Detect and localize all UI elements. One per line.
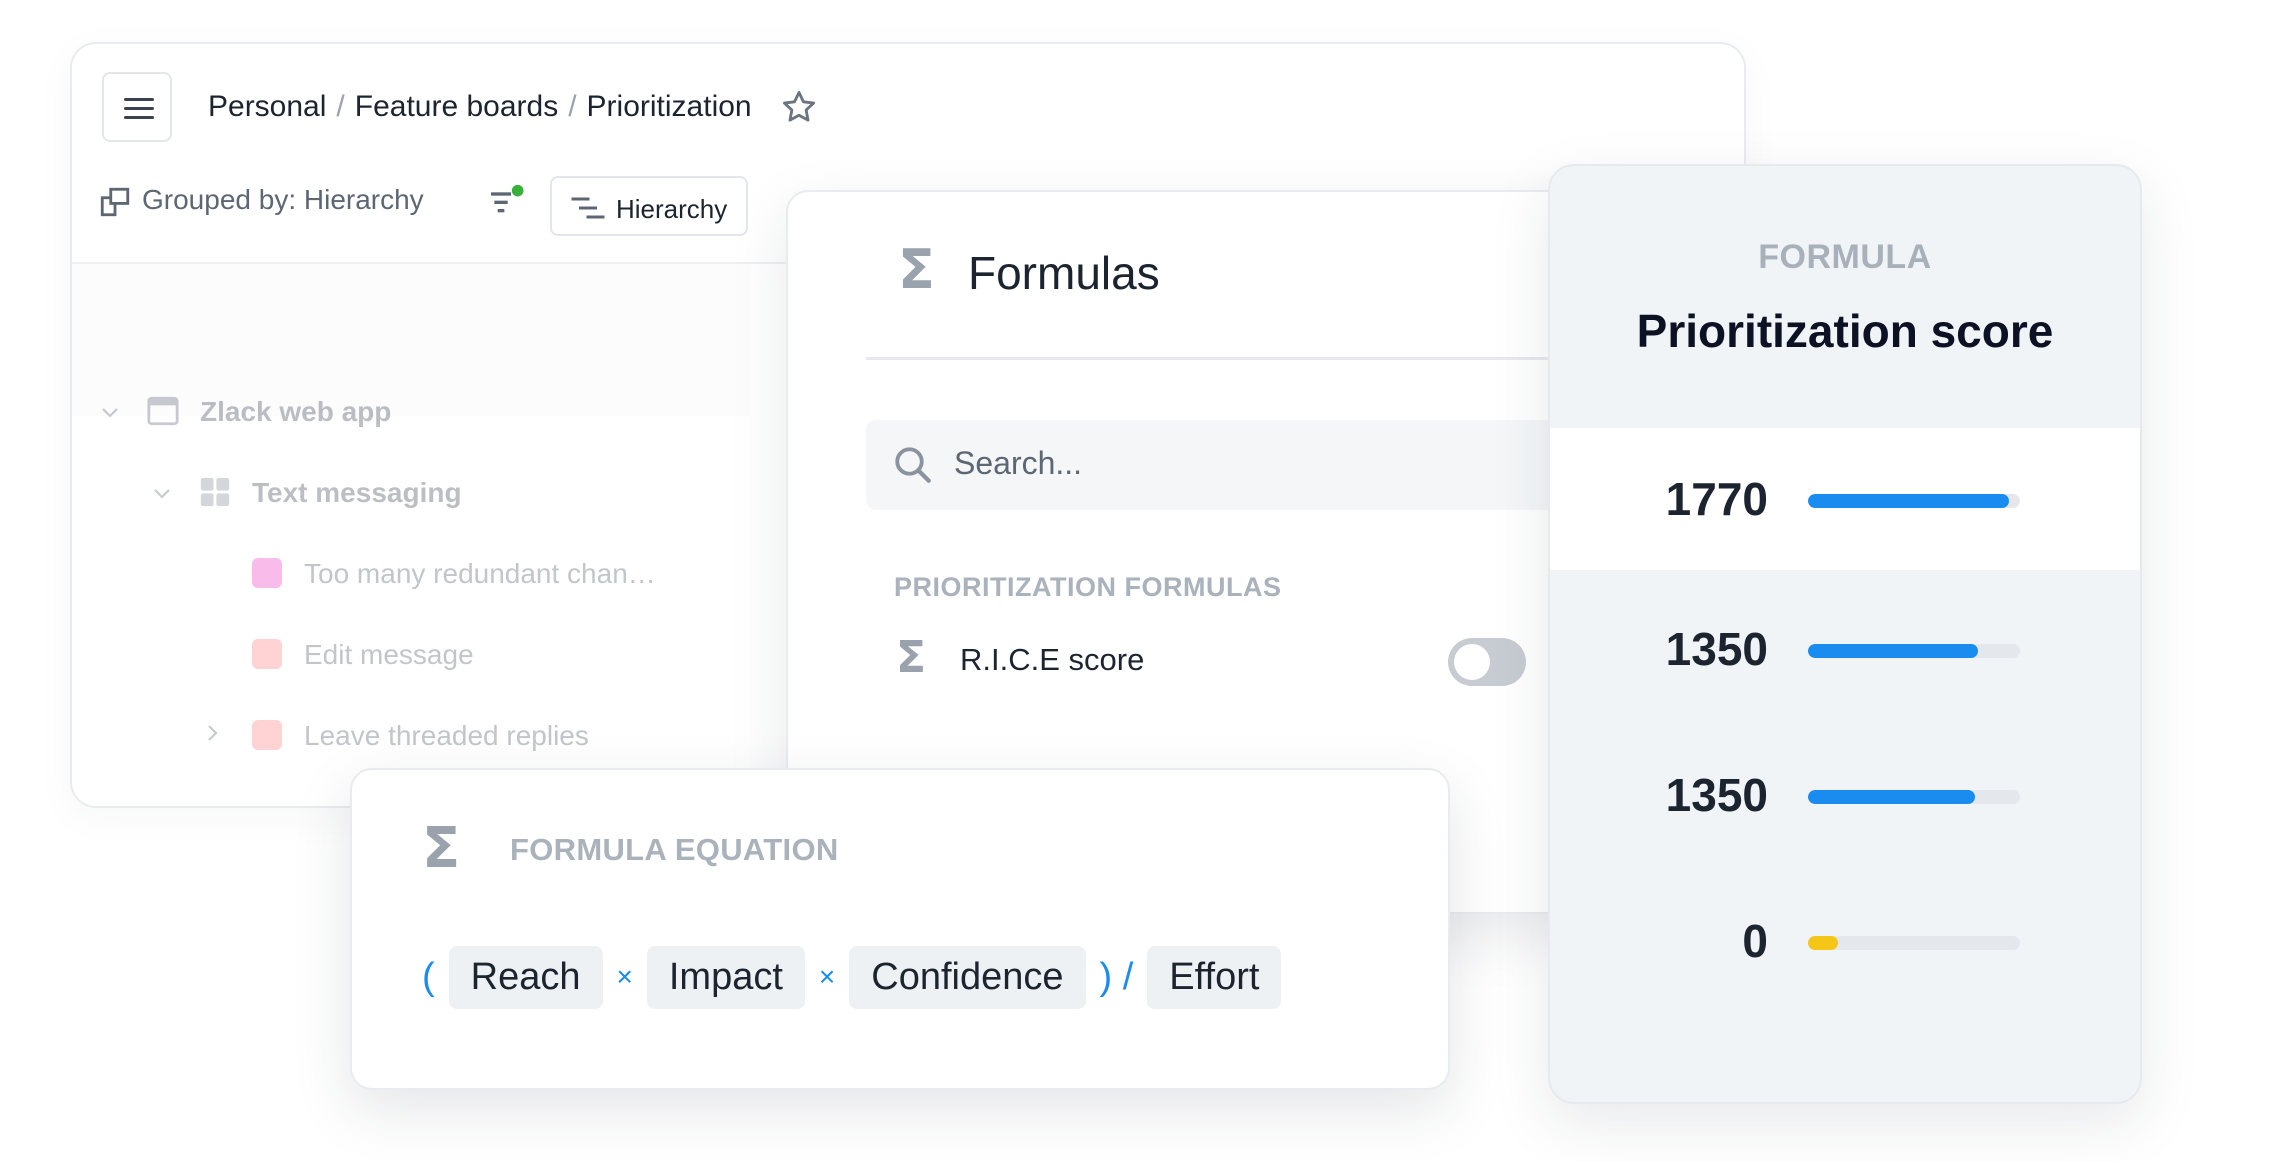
- breadcrumb-item-personal[interactable]: Personal: [208, 90, 326, 123]
- breadcrumb-item-feature-boards[interactable]: Feature boards: [355, 90, 558, 123]
- app-icon: [147, 396, 179, 426]
- score-value: 0: [1742, 915, 1768, 967]
- prioritization-score-card: FORMULA Prioritization score 1770 1350 135…: [1548, 164, 2142, 1104]
- filter-icon[interactable]: [486, 184, 526, 229]
- open-paren: (: [422, 955, 435, 998]
- formula-eyebrow: FORMULA: [1758, 238, 1932, 276]
- score-bar: [1808, 494, 2020, 508]
- token-impact[interactable]: Impact: [646, 945, 805, 1009]
- multiply-operator: ×: [818, 961, 836, 992]
- equation-title: FORMULA EQUATION: [510, 832, 839, 867]
- tree-item-feature[interactable]: Edit message: [304, 639, 474, 671]
- hierarchy-icon: [571, 197, 605, 219]
- chevron-down-icon[interactable]: [98, 400, 122, 424]
- formula-toggle[interactable]: [1448, 638, 1526, 686]
- hamburger-icon: [124, 98, 154, 101]
- score-bar-fill: [1808, 494, 2010, 508]
- grouped-by-control[interactable]: Grouped by: Hierarchy: [98, 184, 424, 219]
- menu-button[interactable]: [102, 72, 172, 142]
- multiply-operator: ×: [616, 961, 633, 992]
- formula-equation-card: Σ FORMULA EQUATION ( Reach × Impact × Co…: [350, 768, 1450, 1090]
- score-bar: [1808, 936, 2020, 950]
- score-bar: [1808, 644, 2020, 658]
- score-value: 1350: [1665, 623, 1768, 675]
- feature-status-swatch: [252, 558, 282, 588]
- token-effort[interactable]: Effort: [1147, 945, 1282, 1009]
- breadcrumb: Personal / Feature boards / Prioritization: [208, 90, 752, 123]
- token-reach[interactable]: Reach: [448, 945, 603, 1009]
- tree-item-feature[interactable]: Too many redundant chan…: [304, 558, 656, 590]
- sigma-icon: Σ: [422, 816, 461, 881]
- divide-operator: ) /: [1099, 955, 1134, 998]
- score-title: Prioritization score: [1636, 305, 2054, 357]
- formulas-title: Formulas: [968, 247, 1160, 299]
- score-value: 1350: [1665, 769, 1768, 821]
- score-row: 0: [1550, 870, 2140, 1012]
- feature-status-swatch: [252, 639, 282, 669]
- score-bar-fill: [1808, 936, 1838, 950]
- score-bar-fill: [1808, 644, 1978, 658]
- chevron-right-icon[interactable]: [200, 721, 224, 745]
- formula-item-label[interactable]: R.I.C.E score: [960, 642, 1144, 678]
- star-icon[interactable]: [780, 88, 818, 131]
- score-row: 1770: [1550, 428, 2140, 570]
- score-row: 1350: [1550, 724, 2140, 866]
- feature-status-swatch: [252, 720, 282, 750]
- score-row: 1350: [1550, 578, 2140, 720]
- component-icon: [200, 477, 230, 507]
- score-bar: [1808, 790, 2020, 804]
- sigma-icon: Σ: [896, 632, 927, 683]
- grouped-by-label: Grouped by: Hierarchy: [142, 184, 424, 215]
- title-divider: [866, 357, 1566, 360]
- hierarchy-button[interactable]: Hierarchy: [550, 176, 748, 236]
- score-bar-fill: [1808, 790, 1976, 804]
- tree-item-product[interactable]: Zlack web app: [200, 396, 391, 428]
- group-icon: [100, 187, 130, 216]
- search-icon: [895, 447, 931, 483]
- sigma-icon: Σ: [898, 238, 935, 301]
- tree-item-feature[interactable]: Leave threaded replies: [304, 720, 589, 752]
- search-input[interactable]: Search...: [866, 420, 1586, 510]
- equation-expression: ( Reach × Impact × Confidence ) / Effort: [422, 944, 1282, 1010]
- section-heading: PRIORITIZATION FORMULAS: [894, 572, 1282, 602]
- chevron-down-icon[interactable]: [150, 481, 174, 505]
- search-placeholder: Search...: [954, 445, 1083, 481]
- tree-item-component[interactable]: Text messaging: [252, 477, 462, 509]
- token-confidence[interactable]: Confidence: [849, 945, 1086, 1009]
- breadcrumb-item-prioritization[interactable]: Prioritization: [587, 90, 752, 123]
- score-value: 1770: [1665, 473, 1768, 525]
